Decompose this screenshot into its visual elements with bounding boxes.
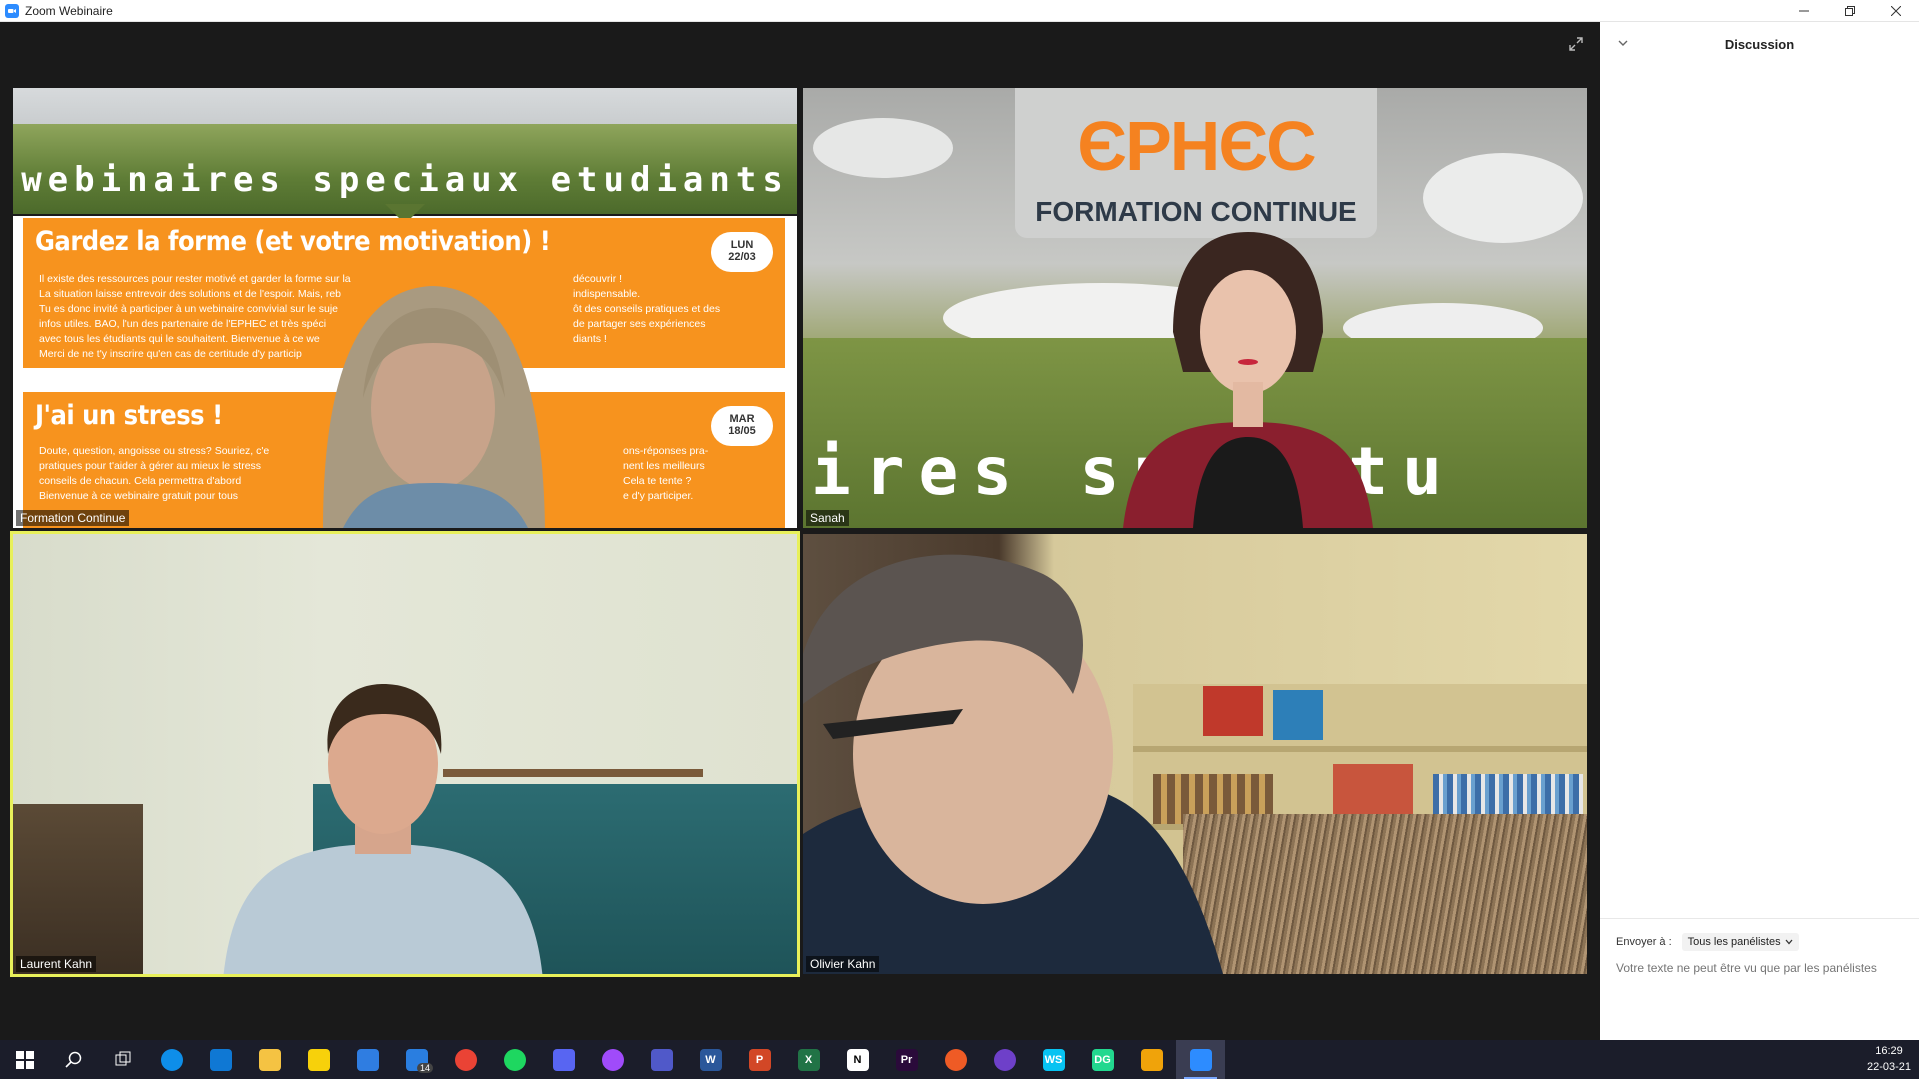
chat-header: Discussion bbox=[1600, 22, 1919, 66]
teamviewer-icon-glyph bbox=[160, 1048, 183, 1071]
participant-name-label: Sanah bbox=[806, 510, 849, 526]
webinar-card-title: J'ai un stress ! bbox=[35, 400, 223, 431]
onedrive-icon-glyph bbox=[209, 1048, 232, 1071]
sticky-notes-icon-glyph bbox=[307, 1048, 330, 1071]
search-icon-glyph bbox=[63, 1049, 85, 1071]
zoom-app-icon bbox=[5, 3, 19, 18]
todo-icon-glyph bbox=[356, 1048, 379, 1071]
video-tile-formation-continue[interactable]: webinaires speciaux etudiants Gardez la … bbox=[13, 88, 797, 528]
word-icon[interactable]: W bbox=[686, 1040, 735, 1079]
messenger-icon-glyph bbox=[601, 1048, 624, 1071]
video-gallery: webinaires speciaux etudiants Gardez la … bbox=[0, 22, 1600, 1040]
chat-footer: Envoyer à : Tous les panélistes bbox=[1600, 918, 1919, 1040]
excel-icon[interactable]: X bbox=[784, 1040, 833, 1079]
participant-video-man bbox=[803, 554, 1223, 974]
postman-icon[interactable] bbox=[931, 1040, 980, 1079]
github-icon[interactable] bbox=[980, 1040, 1029, 1079]
participant-name-label: Formation Continue bbox=[16, 510, 130, 526]
zoom-icon-glyph bbox=[1189, 1048, 1212, 1071]
datagrip-icon-glyph: DG bbox=[1091, 1048, 1114, 1071]
close-icon[interactable] bbox=[1873, 0, 1919, 22]
discord-icon[interactable] bbox=[539, 1040, 588, 1079]
chat-title: Discussion bbox=[1724, 36, 1795, 52]
chevron-down-icon bbox=[1785, 939, 1793, 945]
windows-start-icon-glyph bbox=[14, 1049, 36, 1071]
datagrip-icon[interactable]: DG bbox=[1078, 1040, 1127, 1079]
teams-icon-glyph bbox=[650, 1048, 673, 1071]
participant-video-woman bbox=[323, 286, 545, 528]
fullscreen-icon[interactable] bbox=[1568, 36, 1584, 52]
task-view-icon[interactable] bbox=[98, 1040, 147, 1079]
github-icon-glyph bbox=[993, 1048, 1016, 1071]
webinar-card-title: Gardez la forme (et votre motivation) ! bbox=[35, 226, 551, 257]
notification-badge: 14 bbox=[416, 1063, 433, 1073]
send-to-label: Envoyer à : bbox=[1616, 936, 1672, 948]
postman-icon-glyph bbox=[944, 1048, 967, 1071]
excel-icon-glyph: X bbox=[797, 1048, 820, 1071]
ephec-logo: ЄPHЄC FORMATION CONTINUE bbox=[1015, 88, 1377, 238]
search-icon[interactable] bbox=[49, 1040, 98, 1079]
webstorm-icon[interactable]: WS bbox=[1029, 1040, 1078, 1079]
notion-icon-glyph: N bbox=[846, 1048, 869, 1071]
chat-message-input[interactable] bbox=[1616, 961, 1906, 975]
participant-video-woman bbox=[1123, 232, 1373, 528]
webstorm-icon-glyph: WS bbox=[1042, 1048, 1065, 1071]
zoom-icon[interactable] bbox=[1176, 1040, 1225, 1079]
teams-icon[interactable] bbox=[637, 1040, 686, 1079]
date-badge: LUN 22/03 bbox=[711, 232, 773, 272]
mail-icon[interactable]: 14 bbox=[392, 1040, 441, 1079]
window-title: Zoom Webinaire bbox=[25, 3, 113, 18]
date-badge: MAR 18/05 bbox=[711, 406, 773, 446]
notion-icon[interactable]: N bbox=[833, 1040, 882, 1079]
file-explorer-icon[interactable] bbox=[245, 1040, 294, 1079]
task-view-icon-glyph bbox=[112, 1049, 134, 1071]
premiere-icon-glyph: Pr bbox=[895, 1048, 918, 1071]
sticky-notes-icon[interactable] bbox=[294, 1040, 343, 1079]
zoom-window: Zoom Webinaire webinaires speciaux etudi… bbox=[0, 0, 1919, 1079]
onedrive-icon[interactable] bbox=[196, 1040, 245, 1079]
file-explorer-icon-glyph bbox=[258, 1048, 281, 1071]
word-icon-glyph: W bbox=[699, 1048, 722, 1071]
windows-start-icon[interactable] bbox=[0, 1040, 49, 1079]
remote-desktop-icon[interactable] bbox=[1127, 1040, 1176, 1079]
system-clock[interactable]: 16:29 22-03-21 bbox=[1867, 1043, 1911, 1075]
video-tile-sanah[interactable]: ЄPHЄC FORMATION CONTINUE ires spe etu Sa… bbox=[803, 88, 1587, 528]
premiere-icon[interactable]: Pr bbox=[882, 1040, 931, 1079]
participant-name-label: Laurent Kahn bbox=[16, 956, 97, 972]
recipient-dropdown[interactable]: Tous les panélistes bbox=[1681, 933, 1799, 951]
spotify-icon-glyph bbox=[503, 1048, 526, 1071]
powerpoint-icon-glyph: P bbox=[748, 1048, 771, 1071]
video-tile-laurent-kahn[interactable]: Laurent Kahn bbox=[10, 531, 800, 977]
webinar-card-body-right: ons-réponses pra- nent les meilleurs Cel… bbox=[623, 445, 709, 502]
minimize-icon[interactable] bbox=[1781, 0, 1827, 22]
remote-desktop-icon-glyph bbox=[1140, 1048, 1163, 1071]
title-bar: Zoom Webinaire bbox=[0, 0, 1919, 22]
participant-name-label: Olivier Kahn bbox=[806, 956, 880, 972]
chrome-icon-glyph bbox=[454, 1048, 477, 1071]
webinar-card-body-right: découvrir ! indispensable. ôt des consei… bbox=[573, 273, 721, 345]
restore-icon[interactable] bbox=[1827, 0, 1873, 22]
video-tile-olivier-kahn[interactable]: Olivier Kahn bbox=[803, 534, 1587, 974]
banner-title: webinaires speciaux etudiants bbox=[21, 160, 789, 200]
participant-video-man bbox=[223, 684, 543, 974]
spotify-icon[interactable] bbox=[490, 1040, 539, 1079]
chrome-icon[interactable] bbox=[441, 1040, 490, 1079]
todo-icon[interactable] bbox=[343, 1040, 392, 1079]
teamviewer-icon[interactable] bbox=[147, 1040, 196, 1079]
powerpoint-icon[interactable]: P bbox=[735, 1040, 784, 1079]
chat-panel: Discussion Envoyer à : Tous les panélist… bbox=[1600, 22, 1919, 1040]
chevron-down-icon[interactable] bbox=[1616, 36, 1630, 50]
windows-taskbar: 14 W P X N Pr WS DG 16:29 22-03-21 bbox=[0, 1040, 1919, 1079]
discord-icon-glyph bbox=[552, 1048, 575, 1071]
messenger-icon[interactable] bbox=[588, 1040, 637, 1079]
